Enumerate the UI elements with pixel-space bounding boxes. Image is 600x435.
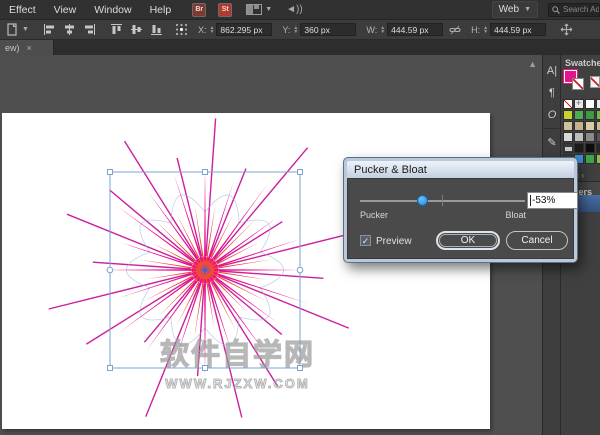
align-right-icon[interactable] — [83, 23, 96, 36]
preview-label: Preview — [376, 236, 412, 247]
illustrator-app: Effect View Window Help Br St ▼ ◄)) Web▼… — [0, 0, 600, 435]
h-field[interactable]: 444.59 px — [490, 23, 546, 36]
opentype-panel-icon[interactable]: O — [543, 104, 561, 126]
w-label: W: — [366, 25, 377, 35]
swatch[interactable] — [585, 99, 595, 109]
swatch[interactable] — [596, 99, 600, 109]
swatch[interactable] — [596, 121, 600, 131]
search-icon — [552, 6, 560, 14]
constrain-proportions-icon[interactable] — [449, 24, 461, 36]
align-top-icon[interactable] — [110, 23, 123, 36]
none-proxy-icon[interactable] — [590, 76, 600, 88]
reference-point-icon[interactable] — [175, 23, 188, 36]
pucker-label: Pucker — [360, 210, 388, 220]
x-stepper[interactable]: ▲▼ — [209, 26, 214, 34]
slider-handle[interactable] — [417, 195, 428, 206]
workspace-switcher[interactable]: Web▼ — [492, 1, 538, 18]
swatch-grid[interactable] — [563, 99, 600, 164]
w-stepper[interactable]: ▲▼ — [380, 26, 385, 34]
fill-stroke-proxy[interactable] — [564, 70, 598, 96]
chevron-down-icon[interactable]: ▼ — [265, 6, 272, 13]
swatch[interactable] — [585, 143, 595, 153]
align-left-icon[interactable] — [43, 23, 56, 36]
dialog-title: Pucker & Bloat — [347, 164, 427, 176]
document-tab-title: ew) — [5, 43, 20, 53]
value-input[interactable]: -53% — [527, 192, 578, 209]
swatch[interactable] — [574, 99, 584, 109]
tab-bar: ew) × — [0, 40, 600, 55]
swatch[interactable] — [574, 121, 584, 131]
chevron-down-icon: ▼ — [524, 6, 531, 13]
align-bottom-icon[interactable] — [150, 23, 163, 36]
stock-icon[interactable]: St — [218, 3, 232, 17]
swatch[interactable] — [585, 110, 595, 120]
bloat-label: Bloat — [496, 210, 526, 220]
character-panel-icon[interactable]: A| — [543, 60, 561, 82]
swatch[interactable] — [563, 132, 573, 142]
swatch[interactable] — [596, 143, 600, 153]
workspace-layout-icon[interactable] — [246, 4, 262, 15]
close-icon[interactable]: × — [27, 43, 32, 53]
bridge-icon[interactable]: Br — [192, 3, 206, 17]
share-icon[interactable]: ◄)) — [286, 4, 303, 15]
w-field[interactable]: 444.59 px — [387, 23, 443, 36]
search-input[interactable]: Search Adob — [548, 3, 600, 17]
align-middle-vertical-icon[interactable] — [130, 23, 143, 36]
align-center-horizontal-icon[interactable] — [63, 23, 76, 36]
paragraph-panel-icon[interactable]: ¶ — [543, 82, 561, 104]
dialog-body: -53% Pucker Bloat ✓ Preview OK Cancel — [347, 178, 574, 259]
swatch[interactable] — [563, 121, 573, 131]
menu-help[interactable]: Help — [141, 0, 181, 20]
preview-checkbox[interactable]: ✓ — [360, 235, 371, 246]
swatch[interactable] — [596, 154, 600, 164]
swatches-panel-title[interactable]: Swatches — [561, 55, 600, 68]
menu-effect[interactable]: Effect — [0, 0, 45, 20]
divider — [544, 128, 559, 129]
swatch[interactable] — [596, 110, 600, 120]
transform-icon[interactable] — [560, 23, 573, 36]
dialog-title-bar[interactable]: Pucker & Bloat — [347, 161, 574, 178]
cancel-button[interactable]: Cancel — [506, 231, 568, 250]
y-stepper[interactable]: ▲▼ — [293, 26, 298, 34]
control-bar: ▼ X: ▲▼ 862.295 px Y: ▲▼ 360 px W: ▲▼ 44… — [0, 20, 600, 40]
swatch[interactable] — [563, 110, 573, 120]
swatch[interactable] — [563, 143, 573, 153]
menu-bar: Effect View Window Help Br St ▼ ◄)) Web▼… — [0, 0, 600, 20]
x-label: X: — [198, 25, 207, 35]
swatch[interactable] — [585, 121, 595, 131]
swatch[interactable] — [585, 132, 595, 142]
document-tab[interactable]: ew) × — [0, 40, 54, 55]
menu-window[interactable]: Window — [85, 0, 140, 20]
swatch[interactable] — [585, 154, 595, 164]
brush-panel-icon[interactable]: ✎ — [543, 131, 561, 153]
swatch[interactable] — [574, 132, 584, 142]
swatch[interactable] — [596, 132, 600, 142]
pucker-bloat-dialog: Pucker & Bloat -53% Pucker Bloat ✓ Previ… — [343, 157, 578, 263]
y-label: Y: — [282, 25, 290, 35]
document-setup-icon[interactable]: ▼ — [6, 23, 29, 36]
menu-view[interactable]: View — [45, 0, 86, 20]
swatch[interactable] — [574, 143, 584, 153]
scroll-up-icon[interactable]: ▲ — [528, 59, 537, 69]
h-label: H: — [471, 25, 480, 35]
text-cursor — [530, 195, 531, 206]
h-stepper[interactable]: ▲▼ — [483, 26, 488, 34]
stroke-color-chip[interactable] — [572, 78, 584, 90]
slider-center-tick — [442, 195, 443, 206]
ok-button[interactable]: OK — [436, 231, 500, 250]
chevron-down-icon: ▼ — [22, 26, 29, 33]
y-field[interactable]: 360 px — [300, 23, 356, 36]
swatch[interactable] — [563, 99, 573, 109]
swatch[interactable] — [574, 110, 584, 120]
x-field[interactable]: 862.295 px — [216, 23, 272, 36]
